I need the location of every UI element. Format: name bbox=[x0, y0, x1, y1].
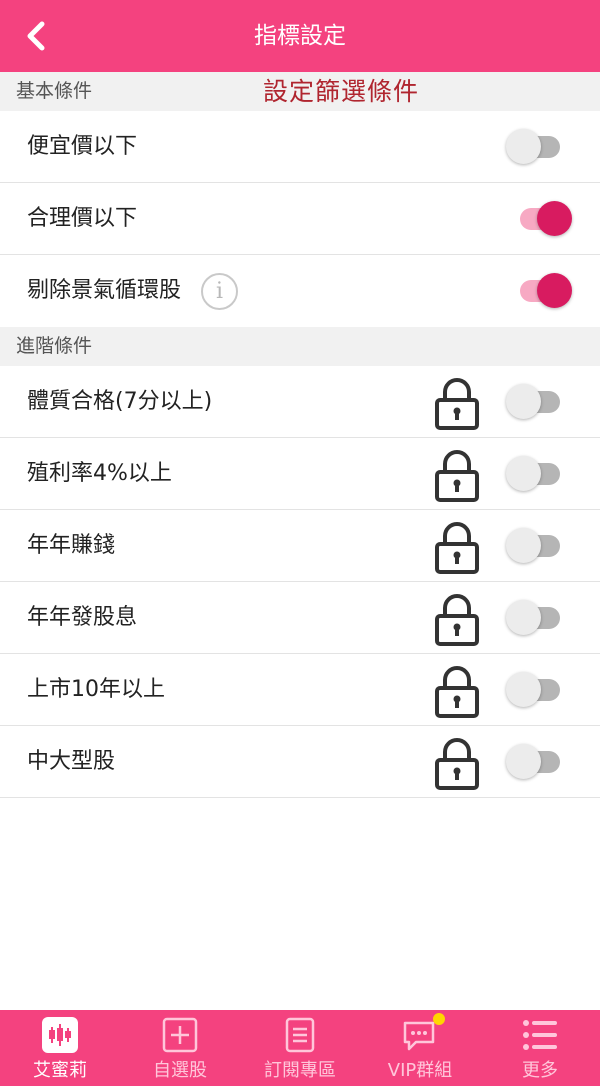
toggle-switch[interactable] bbox=[506, 600, 574, 636]
tab-more[interactable]: 更多 bbox=[480, 1010, 600, 1086]
filter-row-quality: 體質合格(7分以上) bbox=[0, 366, 600, 438]
filter-row-dividends: 年年發股息 bbox=[0, 582, 600, 654]
lock-icon bbox=[435, 594, 479, 646]
tab-label: 艾蜜莉 bbox=[33, 1060, 87, 1081]
filter-label: 合理價以下 bbox=[27, 206, 138, 231]
toggle-switch[interactable] bbox=[506, 384, 574, 420]
tab-emily[interactable]: 艾蜜莉 bbox=[0, 1010, 120, 1086]
tab-label: 訂閱專區 bbox=[264, 1060, 336, 1081]
toggle-switch[interactable] bbox=[506, 201, 574, 237]
section-label-advanced: 進階條件 bbox=[16, 335, 93, 357]
filter-row-exclude-cyclical: 剔除景氣循環股 i bbox=[0, 255, 600, 327]
filter-label: 年年賺錢 bbox=[27, 533, 116, 558]
toggle-switch[interactable] bbox=[506, 129, 574, 165]
filter-row-listed-years: 上市10年以上 bbox=[0, 654, 600, 726]
lock-icon bbox=[435, 666, 479, 718]
filter-label: 上市10年以上 bbox=[27, 677, 165, 702]
filter-label: 剔除景氣循環股 bbox=[27, 278, 182, 303]
section-header-basic: 基本條件 設定篩選條件 bbox=[0, 72, 600, 111]
section-header-advanced: 進階條件 bbox=[0, 327, 600, 366]
lock-icon bbox=[435, 738, 479, 790]
filter-label: 年年發股息 bbox=[27, 605, 138, 630]
document-list-icon bbox=[285, 1017, 315, 1053]
tab-label: 自選股 bbox=[153, 1060, 207, 1081]
section-label-basic: 基本條件 bbox=[16, 80, 93, 102]
filter-label: 便宜價以下 bbox=[27, 134, 138, 159]
filter-label: 體質合格(7分以上) bbox=[27, 389, 213, 414]
tab-vip-group[interactable]: VIP群組 bbox=[360, 1010, 480, 1086]
filter-row-cheap-price: 便宜價以下 bbox=[0, 111, 600, 183]
toggle-switch[interactable] bbox=[506, 456, 574, 492]
filter-label: 中大型股 bbox=[27, 749, 116, 774]
bottom-tab-bar: 艾蜜莉 自選股 訂閱專區 VIP群組 更多 bbox=[0, 1010, 600, 1086]
tab-label: VIP群組 bbox=[387, 1060, 453, 1081]
plus-square-icon bbox=[162, 1017, 198, 1053]
app-header: 指標設定 bbox=[0, 0, 600, 72]
filter-row-large-cap: 中大型股 bbox=[0, 726, 600, 798]
notification-badge-dot bbox=[433, 1013, 445, 1025]
annotation-text: 設定篩選條件 bbox=[263, 77, 420, 106]
info-icon[interactable]: i bbox=[201, 273, 238, 310]
page-title: 指標設定 bbox=[254, 23, 346, 49]
chat-bubble-icon bbox=[403, 1021, 435, 1051]
tab-label: 更多 bbox=[522, 1060, 558, 1081]
filter-label: 殖利率4%以上 bbox=[27, 461, 172, 486]
toggle-switch[interactable] bbox=[506, 528, 574, 564]
filter-row-profitable: 年年賺錢 bbox=[0, 510, 600, 582]
tab-watchlist[interactable]: 自選股 bbox=[120, 1010, 240, 1086]
menu-list-icon bbox=[523, 1020, 557, 1050]
lock-icon bbox=[435, 450, 479, 502]
candlestick-icon bbox=[42, 1017, 78, 1053]
toggle-switch[interactable] bbox=[506, 744, 574, 780]
filter-row-dividend-yield: 殖利率4%以上 bbox=[0, 438, 600, 510]
tab-subscription[interactable]: 訂閱專區 bbox=[240, 1010, 360, 1086]
toggle-switch[interactable] bbox=[506, 273, 574, 309]
lock-icon bbox=[435, 378, 479, 430]
filter-row-fair-price: 合理價以下 bbox=[0, 183, 600, 255]
lock-icon bbox=[435, 522, 479, 574]
toggle-switch[interactable] bbox=[506, 672, 574, 708]
